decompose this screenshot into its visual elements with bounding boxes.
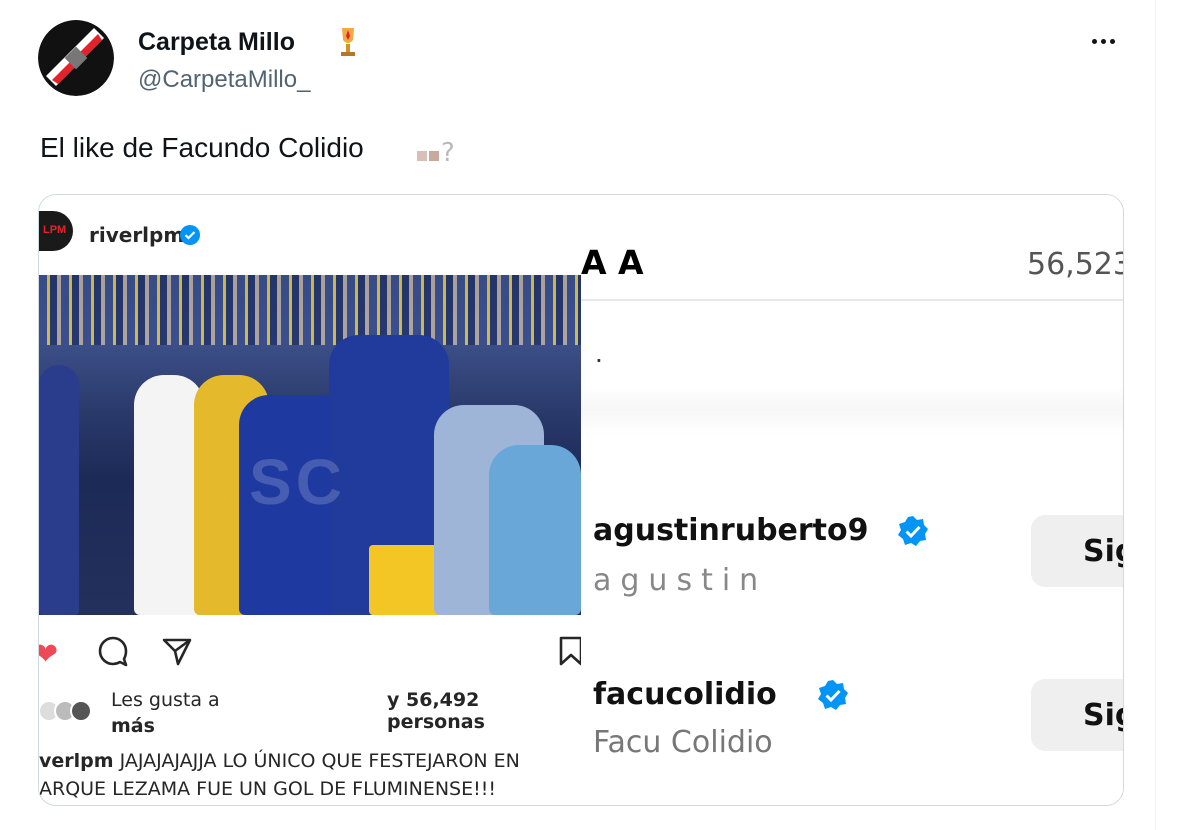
instagram-username[interactable]: riverlpm — [89, 223, 184, 247]
author-name[interactable]: Carpeta Millo — [138, 28, 295, 57]
likes-count[interactable]: y 56,492 personas — [387, 689, 581, 733]
svg-text:?: ? — [441, 138, 455, 167]
eyes-question-emoji-icon: ? — [415, 135, 457, 168]
post-actions: ❤ — [39, 631, 583, 672]
more-dots-icon[interactable] — [1082, 26, 1124, 56]
like-row-fullname: Facu Colidio — [593, 725, 773, 760]
instagram-post: LPM riverlpm SC ❤ — [39, 195, 583, 805]
caption-user[interactable]: verlpm — [39, 750, 114, 772]
avatar-text: LPM — [43, 224, 67, 236]
crowd-background — [39, 275, 581, 345]
follow-button[interactable]: Sig — [1031, 515, 1123, 587]
likes-avatars-icon — [39, 700, 92, 722]
likes-list: A A 56,523 . agustinruberto9 agustin Sig… — [581, 195, 1123, 805]
author-handle[interactable]: @CarpetaMillo_ — [138, 66, 310, 94]
fan-figure — [39, 365, 79, 615]
trophy-emoji-icon — [332, 24, 364, 60]
tweet-media[interactable]: LPM riverlpm SC ❤ — [38, 194, 1124, 806]
caption-line-1: JAJAJAJAJJA LO ÚNICO QUE FESTEJARON EN — [119, 750, 520, 772]
tweet-text: El like de Facundo Colidio — [40, 132, 364, 163]
verified-icon — [818, 680, 848, 710]
heart-icon[interactable]: ❤ — [39, 637, 58, 672]
like-row-fullname: agustin — [593, 563, 768, 598]
likes-prefix: Les gusta a — [111, 689, 220, 711]
likes-more[interactable]: más — [111, 715, 155, 737]
divider — [581, 299, 1123, 301]
share-icon[interactable] — [161, 635, 193, 667]
follow-button[interactable]: Sig — [1031, 679, 1123, 751]
video-watermark: SC — [249, 446, 346, 518]
post-caption: verlpm JAJAJAJAJJA LO ÚNICO QUE FESTEJAR… — [39, 747, 587, 803]
list-dot: . — [595, 337, 603, 368]
comment-icon[interactable] — [97, 635, 129, 667]
fan-figure — [489, 445, 581, 615]
verified-icon — [898, 516, 928, 546]
like-row-username[interactable]: agustinruberto9 — [593, 513, 869, 548]
verified-icon — [180, 225, 200, 245]
like-row-username[interactable]: facucolidio — [593, 677, 777, 712]
tweet: Carpeta Millo @CarpetaMillo_ El like de … — [0, 0, 1156, 830]
caption-line-2: ARQUE LEZAMA FUE UN GOL DE FLUMINENSE!!! — [39, 778, 496, 800]
likes-list-title: A A — [581, 243, 644, 282]
faded-row — [581, 385, 1123, 435]
author-avatar[interactable] — [38, 20, 114, 96]
instagram-avatar[interactable]: LPM — [39, 211, 73, 251]
likes-list-count: 56,523 — [1027, 247, 1124, 282]
post-video[interactable]: SC — [39, 275, 581, 615]
